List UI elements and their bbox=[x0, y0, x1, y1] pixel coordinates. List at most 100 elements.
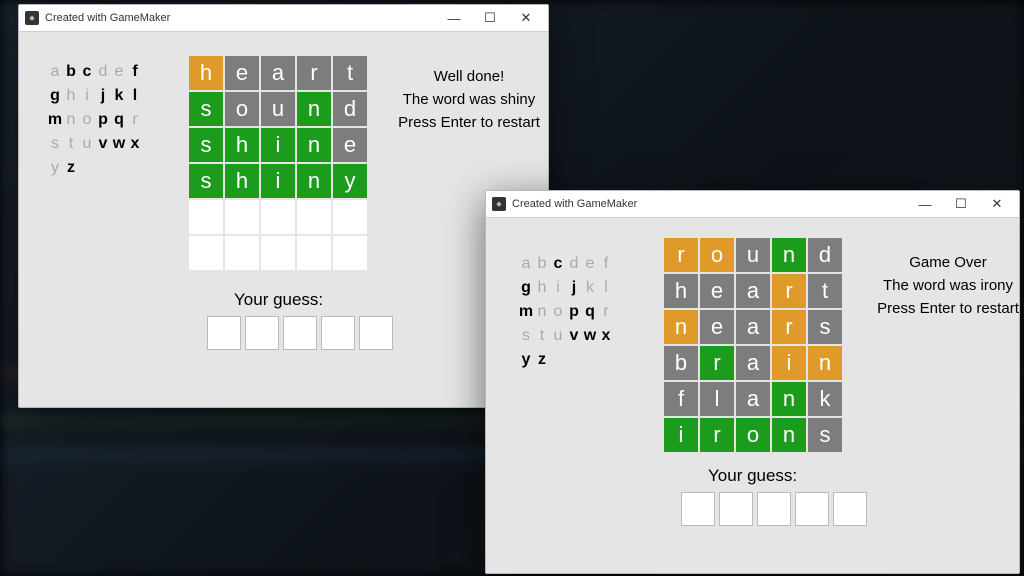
tile: h bbox=[664, 274, 698, 308]
alpha-t: t bbox=[63, 132, 79, 156]
tile bbox=[297, 200, 331, 234]
maximize-button[interactable]: ☐ bbox=[943, 191, 979, 217]
client-area: abcdefghijklmnopqrstuvwxyz heartsoundshi… bbox=[19, 32, 548, 407]
status-line: Well done! bbox=[389, 68, 549, 85]
guess-slot[interactable] bbox=[207, 316, 241, 350]
guess-slot[interactable] bbox=[283, 316, 317, 350]
status-messages: Game OverThe word was ironyPress Enter t… bbox=[868, 248, 1024, 323]
tile: d bbox=[333, 92, 367, 126]
tile: h bbox=[189, 56, 223, 90]
close-button[interactable]: ✕ bbox=[508, 5, 544, 31]
game-window-lose: Created with GameMaker — ☐ ✕ abcdefghijk… bbox=[485, 190, 1020, 574]
alphabet-tracker: abcdefghijklmnopqrstuvwxyz bbox=[518, 252, 614, 372]
tile: s bbox=[808, 418, 842, 452]
guess-slot[interactable] bbox=[719, 492, 753, 526]
tile bbox=[261, 236, 295, 270]
alpha-b: b bbox=[63, 60, 79, 84]
minimize-button[interactable]: — bbox=[436, 5, 472, 31]
alpha-l: l bbox=[127, 84, 143, 108]
alpha-z: z bbox=[63, 156, 79, 180]
tile: s bbox=[808, 310, 842, 344]
maximize-button[interactable]: ☐ bbox=[472, 5, 508, 31]
titlebar[interactable]: Created with GameMaker — ☐ ✕ bbox=[19, 5, 548, 32]
tile: a bbox=[736, 346, 770, 380]
tile: e bbox=[225, 56, 259, 90]
alpha-q: q bbox=[111, 108, 127, 132]
tile: o bbox=[700, 238, 734, 272]
alpha-a: a bbox=[47, 60, 63, 84]
tile: s bbox=[189, 92, 223, 126]
alpha-q: q bbox=[582, 300, 598, 324]
minimize-button[interactable]: — bbox=[907, 191, 943, 217]
alpha-i: i bbox=[79, 84, 95, 108]
alpha-j: j bbox=[566, 276, 582, 300]
alpha-e: e bbox=[111, 60, 127, 84]
alpha-w: w bbox=[111, 132, 127, 156]
tile: a bbox=[736, 382, 770, 416]
client-area: abcdefghijklmnopqrstuvwxyz roundheartnea… bbox=[486, 218, 1019, 573]
guess-label: Your guess: bbox=[234, 290, 323, 310]
tile: r bbox=[772, 274, 806, 308]
alpha-h: h bbox=[63, 84, 79, 108]
tile: d bbox=[808, 238, 842, 272]
tile: n bbox=[297, 164, 331, 198]
alpha-a: a bbox=[518, 252, 534, 276]
tile: n bbox=[808, 346, 842, 380]
alpha-s: s bbox=[47, 132, 63, 156]
tile: o bbox=[736, 418, 770, 452]
alpha-g: g bbox=[518, 276, 534, 300]
alpha-u: u bbox=[550, 324, 566, 348]
alpha-b: b bbox=[534, 252, 550, 276]
tile: k bbox=[808, 382, 842, 416]
alpha-p: p bbox=[566, 300, 582, 324]
alpha-e: e bbox=[582, 252, 598, 276]
guess-input-row[interactable] bbox=[207, 316, 393, 350]
app-icon bbox=[25, 11, 39, 25]
guess-grid: roundheartnearsbrainflankirons bbox=[664, 238, 842, 452]
alpha-o: o bbox=[550, 300, 566, 324]
tile bbox=[333, 200, 367, 234]
tile: e bbox=[700, 310, 734, 344]
guess-slot[interactable] bbox=[359, 316, 393, 350]
tile: e bbox=[700, 274, 734, 308]
guess-slot[interactable] bbox=[757, 492, 791, 526]
tile: u bbox=[736, 238, 770, 272]
tile: n bbox=[297, 128, 331, 162]
status-line: Press Enter to restart bbox=[868, 300, 1024, 317]
guess-slot[interactable] bbox=[795, 492, 829, 526]
alpha-f: f bbox=[127, 60, 143, 84]
alpha-s: s bbox=[518, 324, 534, 348]
app-icon bbox=[492, 197, 506, 211]
tile bbox=[225, 200, 259, 234]
titlebar[interactable]: Created with GameMaker — ☐ ✕ bbox=[486, 191, 1019, 218]
guess-slot[interactable] bbox=[245, 316, 279, 350]
tile bbox=[261, 200, 295, 234]
tile: r bbox=[772, 310, 806, 344]
tile: r bbox=[700, 346, 734, 380]
tile: a bbox=[261, 56, 295, 90]
alpha-n: n bbox=[63, 108, 79, 132]
alpha-m: m bbox=[518, 300, 534, 324]
guess-input-row[interactable] bbox=[681, 492, 867, 526]
guess-slot[interactable] bbox=[681, 492, 715, 526]
tile: o bbox=[225, 92, 259, 126]
alpha-j: j bbox=[95, 84, 111, 108]
alpha-n: n bbox=[534, 300, 550, 324]
alpha-d: d bbox=[566, 252, 582, 276]
alpha-z: z bbox=[534, 348, 550, 372]
alpha-v: v bbox=[566, 324, 582, 348]
alphabet-tracker: abcdefghijklmnopqrstuvwxyz bbox=[47, 60, 143, 180]
guess-slot[interactable] bbox=[321, 316, 355, 350]
alpha-k: k bbox=[111, 84, 127, 108]
alpha-c: c bbox=[550, 252, 566, 276]
tile: s bbox=[189, 164, 223, 198]
game-window-win: Created with GameMaker — ☐ ✕ abcdefghijk… bbox=[18, 4, 549, 408]
tile: i bbox=[664, 418, 698, 452]
close-button[interactable]: ✕ bbox=[979, 191, 1015, 217]
alpha-m: m bbox=[47, 108, 63, 132]
window-title: Created with GameMaker bbox=[45, 12, 170, 24]
tile bbox=[297, 236, 331, 270]
tile: a bbox=[736, 310, 770, 344]
guess-slot[interactable] bbox=[833, 492, 867, 526]
alpha-y: y bbox=[47, 156, 63, 180]
